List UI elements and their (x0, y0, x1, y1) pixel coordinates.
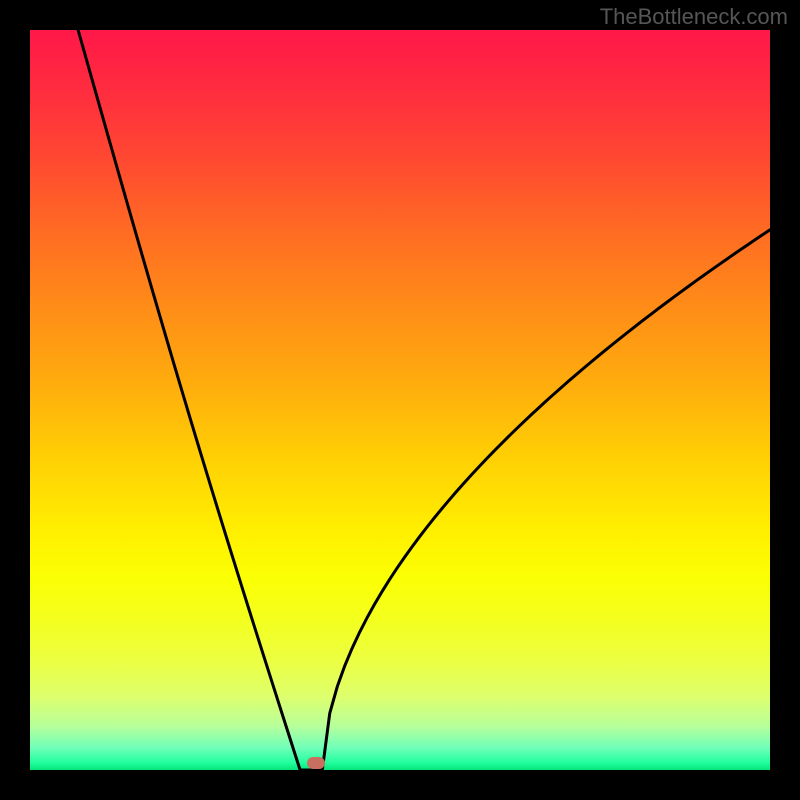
bottleneck-curve (30, 30, 770, 770)
watermark-text: TheBottleneck.com (600, 4, 788, 30)
plot-area (30, 30, 770, 770)
chart-container: TheBottleneck.com (0, 0, 800, 800)
optimum-marker (307, 757, 325, 769)
